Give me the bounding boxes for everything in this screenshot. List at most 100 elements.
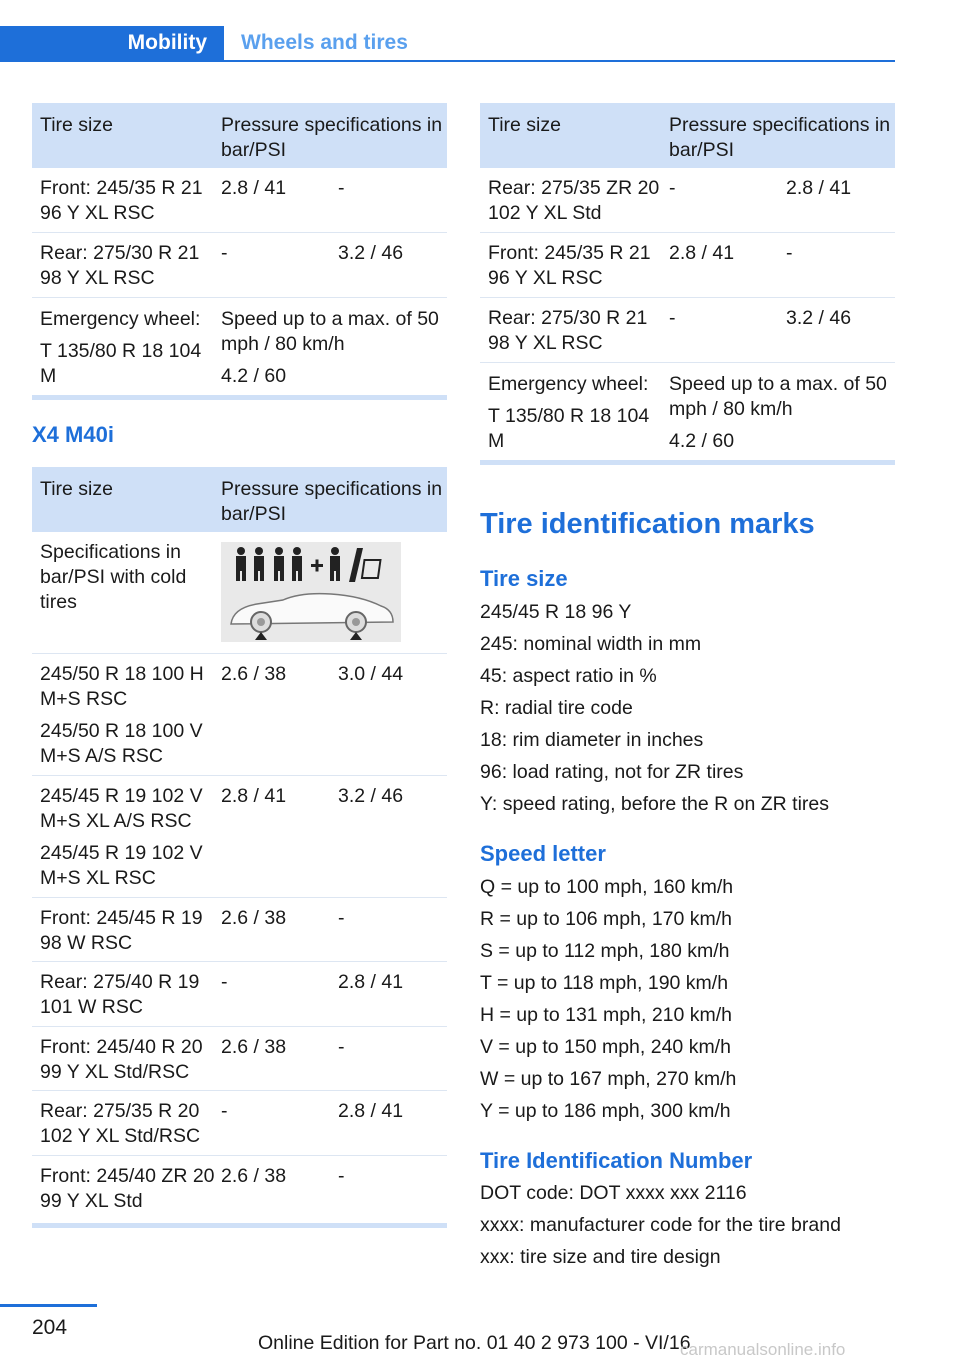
- load-pictogram: [221, 542, 401, 642]
- emergency-pressure: 4.2 / 60: [221, 365, 287, 387]
- list-item: xxxx: manufacturer code for the tire bra…: [480, 1214, 841, 1236]
- watermark: carmanualsonline.info: [680, 1340, 846, 1359]
- heading-tire-identification-marks: Tire identification marks: [480, 508, 815, 540]
- table-row: Rear: 275/35 R 20 102 Y XL Std/RSC - 2.8…: [32, 1091, 447, 1156]
- tire-size-cell: Rear: 275/35 R 20 102 Y XL Std/RSC: [40, 1100, 201, 1147]
- emergency-note: Speed up to a max. of 50 mph / 80 km/h: [221, 308, 439, 355]
- occupants-luggage-icon: [230, 547, 394, 640]
- emergency-size: T 135/80 R 18 104 M: [488, 405, 650, 452]
- header-pressure: Pressure specifications in bar/PSI: [221, 114, 443, 161]
- pressure-value: 2.8 / 41: [338, 1100, 404, 1122]
- tire-size: 245/45 R 19 102 V M+S XL RSC: [40, 842, 203, 889]
- tire-size-cell: Front: 245/45 R 19 98 W RSC: [40, 907, 203, 954]
- section-title-x4-m40i: X4 M40i: [32, 422, 114, 447]
- list-item: 96: load rating, not for ZR tires: [480, 761, 744, 783]
- table-header-row: Tire size Pressure specifications in bar…: [32, 467, 447, 532]
- footer-rule: [0, 1304, 97, 1307]
- list-item: R: radial tire code: [480, 697, 633, 719]
- tire-size: 245/45 R 19 102 V M+S XL A/S RSC: [40, 785, 203, 832]
- pressure-value: 3.2 / 46: [338, 242, 404, 264]
- table-header-row: Tire size Pressure specifications in bar…: [32, 103, 447, 168]
- header-pressure: Pressure specifications in bar/PSI: [669, 114, 891, 161]
- emergency-pressure-cell: Speed up to a max. of 50 mph / 80 km/h 4…: [221, 307, 449, 389]
- tire-size-list: 245/45 R 18 96 Y 245: nominal width in m…: [480, 596, 900, 820]
- list-item: V = up to 150 mph, 240 km/h: [480, 1036, 731, 1058]
- tire-size-cell: Rear: 275/40 R 19 101 W RSC: [40, 971, 200, 1018]
- header-subsection[interactable]: Wheels and tires: [241, 26, 408, 62]
- table-row: Rear: 275/35 ZR 20 102 Y XL Std - 2.8 / …: [480, 168, 895, 233]
- table-row: Front: 245/40 R 20 99 Y XL Std/RSC 2.6 /…: [32, 1027, 447, 1091]
- speed-letter-list: Q = up to 100 mph, 160 km/h R = up to 10…: [480, 871, 900, 1127]
- list-item: Y: speed rating, before the R on ZR tire…: [480, 793, 830, 815]
- header-rule: [0, 60, 895, 62]
- list-item: xxx: tire size and tire design: [480, 1246, 721, 1268]
- list-item: DOT code: DOT xxxx xxx 2116: [480, 1182, 747, 1204]
- header-tire-size: Tire size: [40, 114, 113, 136]
- list-item: 45: aspect ratio in %: [480, 665, 657, 687]
- tire-size: 245/50 R 18 100 V M+S A/S RSC: [40, 720, 203, 767]
- list-item: Q = up to 100 mph, 160 km/h: [480, 876, 734, 898]
- list-item: S = up to 112 mph, 180 km/h: [480, 940, 730, 962]
- pressure-value: -: [338, 177, 345, 199]
- pressure-value: -: [338, 907, 345, 929]
- table-row: Front: 245/35 R 21 96 Y XL RSC 2.8 / 41 …: [480, 233, 895, 298]
- tire-size-cell: Rear: 275/30 R 21 98 Y XL RSC: [488, 307, 648, 354]
- page-number: 204: [32, 1316, 68, 1339]
- header-section-tab[interactable]: Mobility: [0, 26, 224, 62]
- table-row: 245/50 R 18 100 H M+S RSC 245/50 R 18 10…: [32, 654, 447, 776]
- list-item: R = up to 106 mph, 170 km/h: [480, 908, 733, 930]
- table-row-emergency: Emergency wheel: T 135/80 R 18 104 M Spe…: [480, 363, 895, 465]
- pressure-value: -: [338, 1036, 345, 1058]
- table-row: Front: 245/40 ZR 20 99 Y XL Std 2.6 / 38…: [32, 1156, 447, 1228]
- tire-size-cell: Front: 245/35 R 21 96 Y XL RSC: [40, 177, 203, 224]
- list-item: 245: nominal width in mm: [480, 633, 702, 655]
- tire-size-cell: 245/45 R 19 102 V M+S XL A/S RSC 245/45 …: [40, 784, 215, 891]
- pressure-value: 2.8 / 41: [338, 971, 404, 993]
- table-row: Rear: 275/40 R 19 101 W RSC - 2.8 / 41: [32, 962, 447, 1027]
- pressure-value: 3.0 / 44: [338, 663, 404, 685]
- list-item: W = up to 167 mph, 270 km/h: [480, 1068, 737, 1090]
- emergency-note: Speed up to a max. of 50 mph / 80 km/h: [669, 373, 887, 420]
- header-tire-size: Tire size: [488, 114, 561, 136]
- edition-info: Online Edition for Part no. 01 40 2 973 …: [258, 1332, 691, 1354]
- pressure-value: 3.2 / 46: [786, 307, 852, 329]
- list-item: 18: rim diameter in inches: [480, 729, 704, 751]
- table-row: Rear: 275/30 R 21 98 Y XL RSC - 3.2 / 46: [32, 233, 447, 298]
- pressure-table-left-top: Tire size Pressure specifications in bar…: [32, 103, 447, 400]
- tire-size-cell: Front: 245/35 R 21 96 Y XL RSC: [488, 242, 651, 289]
- pressure-value: -: [338, 1165, 345, 1187]
- pressure-table-right: Tire size Pressure specifications in bar…: [480, 103, 895, 465]
- list-item: T = up to 118 mph, 190 km/h: [480, 972, 729, 994]
- emergency-label: Emergency wheel:: [40, 308, 201, 330]
- pressure-table-x4: Tire size Pressure specifications in bar…: [32, 467, 447, 1228]
- emergency-size: T 135/80 R 18 104 M: [40, 340, 202, 387]
- emergency-pressure: 4.2 / 60: [669, 430, 735, 452]
- list-item: Y = up to 186 mph, 300 km/h: [480, 1100, 731, 1122]
- pressure-value: -: [786, 242, 793, 264]
- tire-size: 245/50 R 18 100 H M+S RSC: [40, 663, 204, 710]
- table-row: Front: 245/35 R 21 96 Y XL RSC 2.8 / 41 …: [32, 168, 447, 233]
- emergency-size-cell: Emergency wheel: T 135/80 R 18 104 M: [40, 307, 215, 389]
- list-item: 245/45 R 18 96 Y: [480, 601, 632, 623]
- table-row-emergency: Emergency wheel: T 135/80 R 18 104 M Spe…: [32, 298, 447, 400]
- pressure-value: 2.8 / 41: [786, 177, 852, 199]
- tin-list: DOT code: DOT xxxx xxx 2116 xxxx: manufa…: [480, 1177, 900, 1273]
- table-row: Rear: 275/30 R 21 98 Y XL RSC - 3.2 / 46: [480, 298, 895, 363]
- tire-size-cell: Front: 245/40 R 20 99 Y XL Std/RSC: [40, 1036, 203, 1083]
- page-header: Mobility Wheels and tires: [0, 26, 895, 62]
- list-item: H = up to 131 mph, 210 km/h: [480, 1004, 733, 1026]
- emergency-size-cell: Emergency wheel: T 135/80 R 18 104 M: [488, 372, 663, 454]
- tire-size-cell: 245/50 R 18 100 H M+S RSC 245/50 R 18 10…: [40, 662, 215, 769]
- heading-tire-size: Tire size: [480, 566, 568, 591]
- spec-cell: Specifications in bar/PSI with cold tire…: [40, 541, 187, 613]
- tire-size-cell: Rear: 275/30 R 21 98 Y XL RSC: [40, 242, 200, 289]
- heading-tire-identification-number: Tire Identification Number: [480, 1148, 753, 1173]
- table-row: Front: 245/45 R 19 98 W RSC 2.6 / 38 -: [32, 898, 447, 962]
- tire-size-cell: Rear: 275/35 ZR 20 102 Y XL Std: [488, 177, 660, 224]
- tire-size-cell: Front: 245/40 ZR 20 99 Y XL Std: [40, 1165, 215, 1212]
- emergency-pressure-cell: Speed up to a max. of 50 mph / 80 km/h 4…: [669, 372, 897, 454]
- header-pressure: Pressure specifications in bar/PSI: [221, 478, 443, 525]
- pressure-value: 3.2 / 46: [338, 785, 404, 807]
- table-row-spec: Specifications in bar/PSI with cold tire…: [32, 532, 447, 654]
- heading-speed-letter: Speed letter: [480, 841, 606, 866]
